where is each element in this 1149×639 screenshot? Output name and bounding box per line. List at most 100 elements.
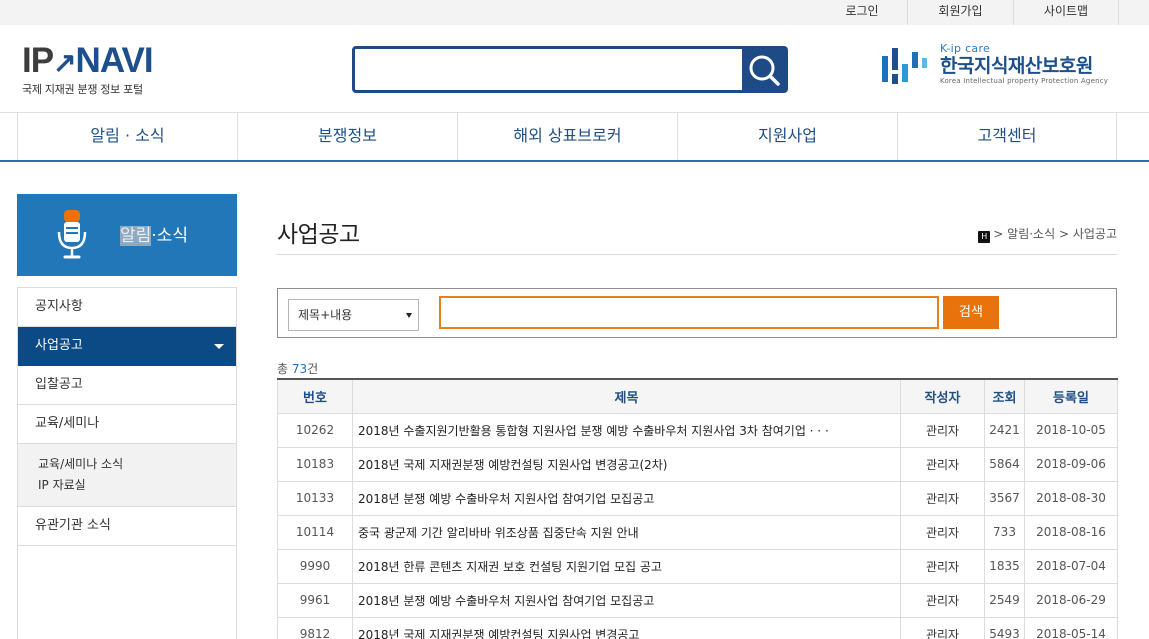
row-number: 10183 (277, 446, 353, 482)
side-section-banner: 알림·소식 (17, 194, 237, 276)
row-views: 2421 (984, 412, 1025, 448)
row-views: 1835 (984, 548, 1025, 584)
side-submenu: 교육/세미나 소식 IP 자료실 (18, 444, 236, 507)
row-subject-link[interactable]: 2018년 국제 지재권분쟁 예방컨설팅 지원사업 변경공고 (352, 616, 901, 639)
row-date: 2018-07-04 (1024, 548, 1118, 584)
board-search-input[interactable] (439, 296, 939, 329)
table-row[interactable]: 10133 2018년 분쟁 예방 수출바우처 지원사업 참여기업 모집공고 관… (277, 480, 1118, 516)
side-item-business-announcement[interactable]: 사업공고 (18, 327, 236, 366)
gnb-dispute-info[interactable]: 분쟁정보 (237, 113, 457, 160)
row-date: 2018-10-05 (1024, 412, 1118, 448)
top-utility-bar: 로그인 회원가입 사이트맵 (0, 0, 1149, 25)
side-item-bid-notice[interactable]: 입찰공고 (18, 366, 236, 405)
chevron-down-icon (214, 344, 224, 349)
side-item-label: 사업공고 (35, 338, 83, 353)
row-number: 10262 (277, 412, 353, 448)
side-section-title: 알림·소식 (120, 221, 188, 246)
row-author: 관리자 (900, 514, 985, 550)
search-scope-select[interactable]: 제목+내용 (288, 299, 419, 331)
gnb-support-program[interactable]: 지원사업 (677, 113, 897, 160)
site-logo[interactable]: IP↗NAVI 국제 지재권 분쟁 정보 포털 (22, 41, 162, 99)
row-date: 2018-08-16 (1024, 514, 1118, 550)
count-prefix: 총 (277, 362, 292, 376)
row-views: 3567 (984, 480, 1025, 516)
row-date: 2018-09-06 (1024, 446, 1118, 482)
logo-slash-mark: ↗ (53, 47, 76, 78)
side-title-highlight: 알림 (120, 226, 152, 246)
page-title: 사업공고 (277, 222, 360, 248)
row-number: 9990 (277, 548, 353, 584)
col-header-views: 조회 (984, 379, 1025, 414)
gnb-customer-center[interactable]: 고객센터 (897, 113, 1117, 160)
table-row[interactable]: 9990 2018년 한류 콘텐츠 지재권 보호 컨설팅 지원기업 모집 공고 … (277, 548, 1118, 584)
row-subject-link[interactable]: 중국 광군제 기간 알리바바 위조상품 집중단속 지원 안내 (352, 514, 901, 550)
table-header-row: 번호 제목 작성자 조회 등록일 (277, 379, 1118, 414)
row-subject-link[interactable]: 2018년 분쟁 예방 수출바우처 지원사업 참여기업 모집공고 (352, 480, 901, 516)
main-search-box (352, 46, 788, 93)
table-row[interactable]: 10262 2018년 수출지원기반활용 통합형 지원사업 분쟁 예방 수출바우… (277, 412, 1118, 448)
logo-ip: IP (22, 41, 54, 80)
row-date: 2018-08-30 (1024, 480, 1118, 516)
count-value: 73 (291, 362, 308, 376)
row-date: 2018-05-14 (1024, 616, 1118, 639)
logo-subtitle: 국제 지재권 분쟁 정보 포털 (22, 83, 143, 96)
side-subitem-ip-library[interactable]: IP 자료실 (38, 475, 236, 496)
signup-link[interactable]: 회원가입 (907, 0, 1013, 25)
row-views: 5864 (984, 446, 1025, 482)
col-header-author: 작성자 (900, 379, 985, 414)
home-icon[interactable]: H (978, 231, 991, 243)
row-subject-link[interactable]: 2018년 한류 콘텐츠 지재권 보호 컨설팅 지원기업 모집 공고 (352, 548, 901, 584)
row-author: 관리자 (900, 616, 985, 639)
row-views: 5493 (984, 616, 1025, 639)
board-search-panel: 제목+내용 검색 (277, 288, 1117, 338)
board-search-button[interactable]: 검색 (943, 296, 999, 329)
row-number: 9812 (277, 616, 353, 639)
breadcrumb-path: > 알림·소식 > 사업공고 (993, 227, 1117, 241)
agency-english-name: Korea Intellectual property Protection A… (940, 77, 1109, 85)
agency-kip-label: K-ip care (940, 42, 991, 55)
row-number: 10133 (277, 480, 353, 516)
col-header-subject: 제목 (352, 379, 901, 414)
agency-text: K-ip care 한국지식재산보호원 Korea Intellectual p… (940, 42, 1108, 85)
microphone-icon (57, 210, 87, 259)
row-author: 관리자 (900, 446, 985, 482)
table-row[interactable]: 9812 2018년 국제 지재권분쟁 예방컨설팅 지원사업 변경공고 관리자 … (277, 616, 1118, 639)
main-search-input[interactable] (355, 49, 743, 90)
agency-emblem-icon (882, 48, 927, 84)
row-date: 2018-06-29 (1024, 582, 1118, 618)
main-search-button[interactable] (742, 49, 785, 90)
side-item-education-seminar[interactable]: 교육/세미나 (18, 405, 236, 444)
col-header-date: 등록일 (1024, 379, 1118, 414)
row-views: 733 (984, 514, 1025, 550)
table-row[interactable]: 10183 2018년 국제 지재권분쟁 예방컨설팅 지원사업 변경공고(2차)… (277, 446, 1118, 482)
total-count: 총 73건 (277, 360, 318, 377)
row-number: 10114 (277, 514, 353, 550)
row-subject-link[interactable]: 2018년 수출지원기반활용 통합형 지원사업 분쟁 예방 수출바우처 지원사업… (352, 412, 901, 448)
gnb-notice-news[interactable]: 알림 · 소식 (17, 113, 237, 160)
side-item-notice[interactable]: 공지사항 (18, 288, 236, 327)
row-subject-link[interactable]: 2018년 국제 지재권분쟁 예방컨설팅 지원사업 변경공고(2차) (352, 446, 901, 482)
table-row[interactable]: 10114 중국 광군제 기간 알리바바 위조상품 집중단속 지원 안내 관리자… (277, 514, 1118, 550)
row-author: 관리자 (900, 548, 985, 584)
side-menu: 공지사항 사업공고 입찰공고 교육/세미나 교육/세미나 소식 IP 자료실 유… (17, 287, 237, 639)
row-author: 관리자 (900, 480, 985, 516)
row-author: 관리자 (900, 582, 985, 618)
title-divider (277, 254, 1117, 255)
login-link[interactable]: 로그인 (817, 0, 907, 25)
gnb-trademark-broker[interactable]: 해외 상표브로커 (457, 113, 677, 160)
row-number: 9961 (277, 582, 353, 618)
table-row[interactable]: 9961 2018년 분쟁 예방 수출바우처 지원사업 참여기업 모집공고 관리… (277, 582, 1118, 618)
row-author: 관리자 (900, 412, 985, 448)
agency-logo[interactable]: K-ip care 한국지식재산보호원 Korea Intellectual p… (882, 42, 1122, 92)
row-subject-link[interactable]: 2018년 분쟁 예방 수출바우처 지원사업 참여기업 모집공고 (352, 582, 901, 618)
count-suffix: 건 (307, 362, 319, 376)
side-subitem-seminar-news[interactable]: 교육/세미나 소식 (38, 454, 236, 475)
logo-navi: NAVI (75, 41, 154, 80)
announcement-table: 번호 제목 작성자 조회 등록일 10262 2018년 수출지원기반활용 통합… (277, 378, 1118, 639)
side-item-related-agency-news[interactable]: 유관기관 소식 (18, 507, 236, 546)
col-header-number: 번호 (277, 379, 353, 414)
dropdown-arrow-icon (406, 313, 412, 318)
logo-wordmark: IP↗NAVI (22, 41, 162, 80)
sitemap-link[interactable]: 사이트맵 (1013, 0, 1119, 25)
agency-name: 한국지식재산보호원 (940, 55, 1093, 77)
